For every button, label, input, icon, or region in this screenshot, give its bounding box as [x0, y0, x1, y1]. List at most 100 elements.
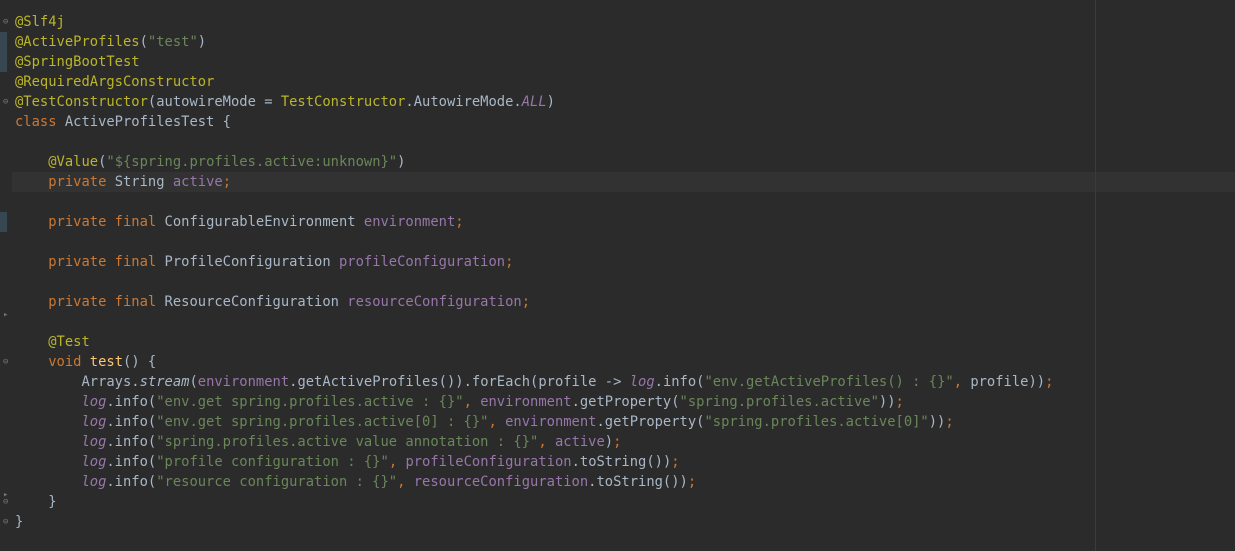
code-line[interactable]: class ActiveProfilesTest { [15, 112, 1053, 132]
code-line[interactable]: } [15, 512, 1053, 532]
code-token: () { [123, 354, 157, 370]
code-editor[interactable]: ⊖ ⊖ ▸ ⊖ ▸ ⊖ ⊖ @Slf4j @ActiveProfiles("tes… [0, 0, 1235, 551]
code-token: "spring.profiles.active[0]" [704, 414, 929, 430]
fold-arrow-icon[interactable]: ▸ [3, 311, 8, 320]
code-token: ; [671, 454, 680, 470]
code-token: .info( [106, 414, 157, 430]
code-line[interactable]: } [15, 492, 1053, 512]
code-token: .toString()) [588, 474, 688, 490]
code-line[interactable]: log.info("env.get spring.profiles.active… [15, 392, 1053, 412]
code-token: } [15, 514, 24, 530]
code-token: ; [895, 394, 904, 410]
code-token: resourceConfiguration [413, 474, 589, 490]
code-token: test [89, 354, 124, 370]
code-token: ; [687, 474, 697, 490]
code-line[interactable]: log.info("profile configuration : {}", p… [15, 452, 1053, 472]
code-line[interactable]: private String active; [15, 172, 1053, 192]
code-token: "spring.profiles.active value annotation… [156, 434, 539, 450]
code-token: .toString()) [571, 454, 672, 470]
code-token: TestConstructor [280, 94, 406, 110]
code-line[interactable]: log.info("resource configuration : {}", … [15, 472, 1053, 492]
code-token: ; [945, 414, 954, 430]
code-line[interactable]: @ActiveProfiles("test") [15, 32, 1053, 52]
code-line[interactable]: void test() { [15, 352, 1053, 372]
fold-icon[interactable]: ⊖ [3, 498, 8, 507]
code-token: private final [48, 214, 165, 230]
code-line[interactable]: @Test [15, 332, 1053, 352]
code-token: ; [455, 214, 464, 230]
editor-gutter: ⊖ ⊖ ▸ ⊖ ▸ ⊖ ⊖ [0, 0, 12, 551]
code-token: active [172, 174, 223, 190]
vcs-change-marker[interactable] [0, 32, 7, 72]
code-line[interactable]: log.info("spring.profiles.active value a… [15, 432, 1053, 452]
code-token: void [48, 354, 90, 370]
code-token: ( [189, 374, 198, 390]
code-token: ; [613, 434, 622, 450]
code-line[interactable]: @RequiredArgsConstructor [15, 72, 1053, 92]
code-line[interactable]: log.info("env.get spring.profiles.active… [15, 412, 1053, 432]
code-token: log [81, 394, 107, 410]
code-token: .getProperty( [571, 394, 680, 410]
code-line[interactable]: private final ConfigurableEnvironment en… [15, 212, 1053, 232]
code-token: "env.getActiveProfiles() : {}" [704, 374, 954, 390]
code-token: .info( [106, 454, 157, 470]
code-token: , [488, 414, 506, 430]
code-token: log [81, 434, 107, 450]
code-token: log [81, 474, 107, 490]
fold-icon[interactable]: ⊖ [3, 98, 8, 107]
fold-icon[interactable]: ⊖ [3, 358, 8, 367]
code-line[interactable]: @TestConstructor(autowireMode = TestCons… [15, 92, 1053, 112]
code-token: "env.get spring.profiles.active : {}" [156, 394, 464, 410]
code-token: , [388, 454, 406, 470]
code-token: "env.get spring.profiles.active[0] : {}" [156, 414, 489, 430]
code-token: Arrays. [15, 374, 140, 390]
fold-icon[interactable]: ⊖ [3, 18, 8, 27]
code-token: @Test [48, 334, 90, 350]
code-token: log [81, 414, 107, 430]
code-token: ( [139, 34, 148, 50]
code-token: "profile configuration : {}" [156, 454, 389, 470]
code-lines[interactable]: @Slf4j @ActiveProfiles("test") @SpringBoot… [15, 12, 1053, 532]
code-line[interactable]: @Value("${spring.profiles.active:unknown… [15, 152, 1053, 172]
code-token: @Slf4j [15, 14, 65, 30]
code-line[interactable]: Arrays.stream(environment.getActiveProfi… [15, 372, 1053, 392]
code-token: private final [48, 254, 165, 270]
code-token: ActiveProfilesTest { [64, 114, 231, 130]
code-line[interactable]: private final ProfileConfiguration profi… [15, 252, 1053, 272]
code-token: .info( [106, 434, 157, 450]
code-token: log [81, 454, 107, 470]
code-token: , [463, 394, 481, 410]
code-token: @TestConstructor [15, 94, 148, 110]
code-token: "resource configuration : {}" [156, 474, 398, 490]
code-token: ; [1045, 374, 1054, 390]
vcs-change-marker[interactable] [0, 212, 7, 232]
code-token: )) [878, 394, 896, 410]
code-token: private [48, 174, 115, 190]
code-line[interactable] [15, 192, 1053, 212]
code-line[interactable] [15, 232, 1053, 252]
right-margin-guide [1095, 0, 1096, 551]
code-token: ) [197, 34, 207, 50]
code-line[interactable] [15, 312, 1053, 332]
code-line[interactable]: private final ResourceConfiguration reso… [15, 292, 1053, 312]
code-line[interactable] [15, 272, 1053, 292]
code-token: @SpringBootTest [15, 54, 140, 70]
code-line[interactable]: @SpringBootTest [15, 52, 1053, 72]
code-line[interactable]: @Slf4j [15, 12, 1053, 32]
code-token: "${spring.profiles.active:unknown}" [106, 154, 398, 170]
code-token: )) [928, 414, 946, 430]
code-token: profile)) [970, 374, 1046, 390]
code-line[interactable] [15, 132, 1053, 152]
fold-icon[interactable]: ⊖ [3, 518, 8, 527]
code-token: environment [505, 414, 597, 430]
code-token: class [15, 114, 65, 130]
